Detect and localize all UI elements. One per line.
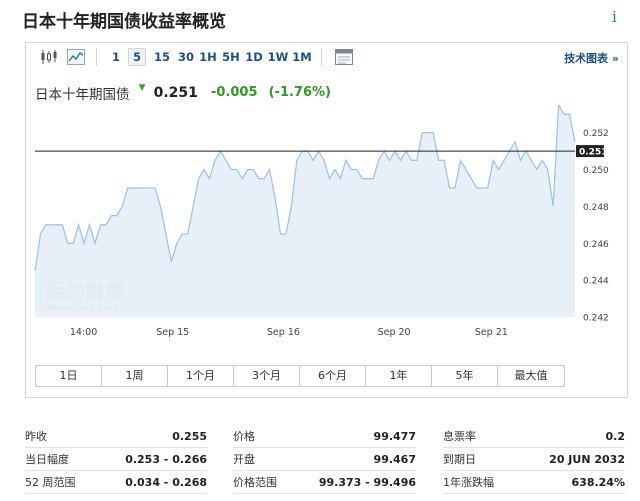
candlestick-icon[interactable] [40, 49, 58, 65]
timeframe-1d[interactable]: 1D [244, 48, 264, 66]
stat-value: 0.034 - 0.268 [125, 476, 207, 489]
x-tick-label: Sep 20 [378, 327, 411, 338]
triangle-down-icon: ▼ [138, 82, 146, 93]
stat-row-open: 开盘 99.467 [233, 448, 416, 471]
stats-column: 息票率 0.2 到期日 20 JUN 2032 1年涨跌幅 638.24% [443, 425, 625, 494]
x-tick-label: Sep 15 [156, 327, 189, 338]
toolbar-separator [96, 48, 97, 66]
stats-column: 价格 99.477 开盘 99.467 价格范围 99.373 - 99.496 [233, 425, 416, 494]
stat-label: 价格范围 [233, 476, 277, 489]
range-1m-button[interactable]: 1个月 [168, 366, 234, 386]
stat-row-price-range: 价格范围 99.373 - 99.496 [233, 471, 416, 494]
stat-value: 99.373 - 99.496 [318, 476, 416, 489]
stat-label: 价格 [233, 430, 255, 443]
stat-value: 0.255 [172, 430, 207, 443]
stats-column: 昨收 0.255 当日幅度 0.253 - 0.266 52 周范围 0.034 - … [25, 425, 207, 494]
stat-value: 638.24% [571, 476, 625, 489]
range-selector: 1日 1周 1个月 3个月 6个月 1年 5年 最大值 [35, 365, 565, 387]
x-tick-label: Sep 21 [475, 327, 508, 338]
y-tick-label: 0.242 [583, 314, 609, 324]
timeframe-15[interactable]: 15 [152, 48, 172, 66]
stat-label: 1年涨跌幅 [443, 476, 494, 489]
page-title: 日本十年期国债收益率概览 [22, 12, 226, 32]
range-1d-button[interactable]: 1日 [36, 366, 102, 386]
timeframe-1w[interactable]: 1W [267, 48, 289, 66]
y-tick-label: 0.246 [583, 240, 609, 250]
timeframe-1[interactable]: 1 [109, 48, 123, 66]
range-6m-button[interactable]: 6个月 [300, 366, 366, 386]
stat-value: 0.253 - 0.266 [125, 453, 207, 466]
x-tick-label: 14:00 [70, 327, 97, 338]
stat-label: 昨收 [25, 430, 47, 443]
price-change: -0.005 [211, 85, 258, 100]
x-tick-label: Sep 16 [267, 327, 300, 338]
chart-widget: 1 5 15 30 1H 5H 1D 1W 1M 技术图表 » 日本十年期国债 … [25, 42, 628, 398]
stat-label: 开盘 [233, 453, 255, 466]
instrument-name: 日本十年期国债 [35, 86, 130, 103]
y-tick-label: 0.252 [583, 129, 609, 139]
area-chart-icon[interactable] [67, 49, 85, 65]
technical-chart-link[interactable]: 技术图表 » [564, 50, 619, 66]
price-chart: 英为财情Investing.com0.2520.2500.2480.2460.2… [34, 105, 609, 338]
timeframe-5[interactable]: 5 [128, 48, 146, 66]
range-max-button[interactable]: 最大值 [498, 366, 564, 386]
timeframe-30[interactable]: 30 [176, 48, 196, 66]
price-change-percent: (-1.76%) [268, 85, 331, 100]
timeframe-5h[interactable]: 5H [221, 48, 241, 66]
stat-label: 52 周范围 [25, 476, 76, 489]
calendar-icon[interactable] [335, 49, 353, 65]
stat-label: 到期日 [443, 453, 476, 466]
range-1w-button[interactable]: 1周 [102, 366, 168, 386]
range-1y-button[interactable]: 1年 [366, 366, 432, 386]
stat-value: 99.467 [373, 453, 416, 466]
stat-row-52w-range: 52 周范围 0.034 - 0.268 [25, 471, 207, 494]
y-tick-label: 0.244 [583, 277, 609, 287]
stat-row-1y-change: 1年涨跌幅 638.24% [443, 471, 625, 494]
chart-toolbar: 1 5 15 30 1H 5H 1D 1W 1M 技术图表 » [26, 43, 627, 71]
info-icon[interactable]: i [612, 8, 617, 26]
range-3m-button[interactable]: 3个月 [234, 366, 300, 386]
quote-line: 日本十年期国债 ▼ 0.251 -0.005 (-1.76%) [35, 82, 337, 103]
stat-label: 息票率 [443, 430, 476, 443]
stat-row-maturity: 到期日 20 JUN 2032 [443, 448, 625, 471]
stat-value: 99.477 [373, 430, 416, 443]
y-tick-label: 0.248 [583, 203, 609, 213]
timeframe-1h[interactable]: 1H [198, 48, 218, 66]
stat-row-coupon: 息票率 0.2 [443, 425, 625, 448]
y-tick-label: 0.250 [583, 166, 609, 176]
stat-label: 当日幅度 [25, 453, 69, 466]
stat-row-price: 价格 99.477 [233, 425, 416, 448]
range-5y-button[interactable]: 5年 [432, 366, 498, 386]
timeframe-1m[interactable]: 1M [291, 48, 313, 66]
stat-value: 0.2 [605, 430, 626, 443]
stat-row-prev-close: 昨收 0.255 [25, 425, 207, 448]
stat-value: 20 JUN 2032 [549, 453, 625, 466]
stat-row-day-range: 当日幅度 0.253 - 0.266 [25, 448, 207, 471]
toolbar-separator [321, 48, 322, 66]
current-value-label: 0.251 [579, 148, 607, 158]
current-price: 0.251 [153, 84, 198, 101]
